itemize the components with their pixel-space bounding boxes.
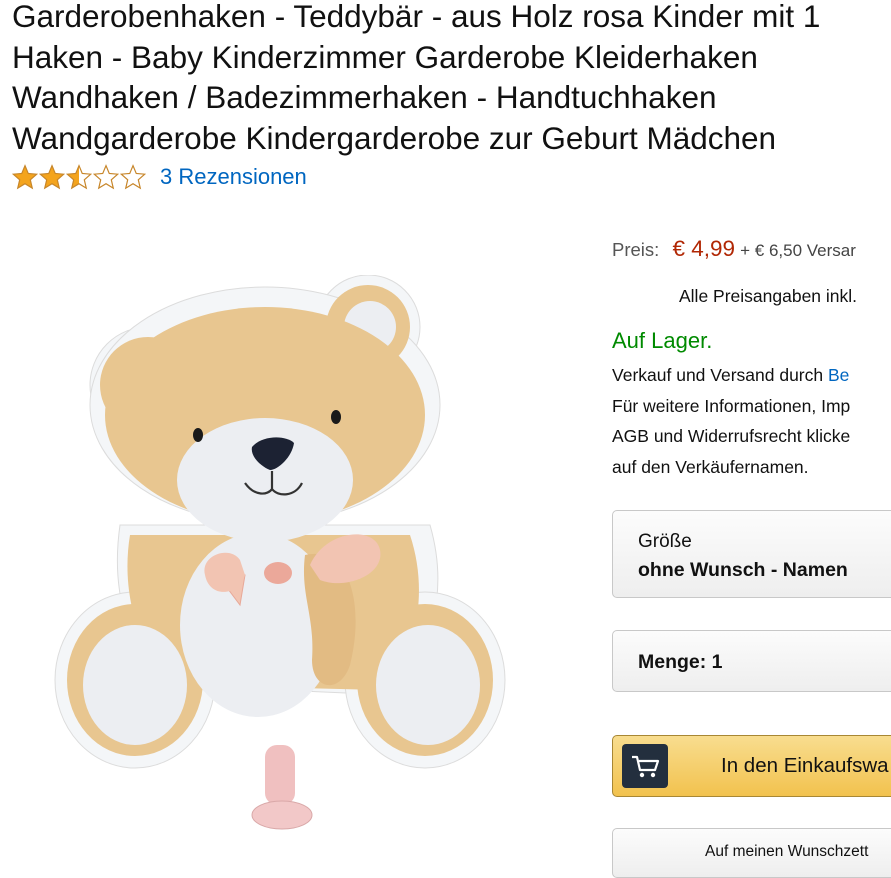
size-select[interactable]: Größe ohne Wunsch - Namen	[612, 510, 891, 598]
size-label: Größe	[638, 531, 692, 552]
teddy-bear-coat-hook-image	[54, 275, 506, 830]
star-full-icon	[12, 164, 38, 190]
seller-info-line: AGB und Widerrufsrecht klicke	[612, 426, 851, 446]
quantity-label: Menge: 1	[638, 651, 723, 673]
seller-info-line: auf den Verkäufernamen.	[612, 456, 809, 477]
star-empty-icon	[120, 164, 146, 190]
shopping-cart-icon	[622, 744, 668, 788]
add-to-wishlist-button[interactable]: Auf meinen Wunschzett	[612, 828, 891, 878]
stock-status: Auf Lager.	[612, 328, 713, 353]
product-title-line: Garderobenhaken - Teddybär - aus Holz ro…	[12, 0, 821, 34]
price-label: Preis:	[612, 239, 660, 260]
quantity-select[interactable]: Menge: 1	[612, 630, 891, 692]
wishlist-label: Auf meinen Wunschzett	[705, 843, 869, 860]
shipping-cost: + € 6,50 Versar	[740, 241, 856, 260]
add-to-cart-button[interactable]: In den Einkaufswa	[612, 735, 891, 797]
star-rating[interactable]	[12, 164, 146, 190]
star-half-icon	[66, 164, 92, 190]
tax-note: Alle Preisangaben inkl.	[679, 286, 858, 306]
star-full-icon	[39, 164, 65, 190]
add-to-cart-label: In den Einkaufswa	[721, 754, 889, 777]
product-title-line: Haken - Baby Kinderzimmer Garderobe Klei…	[12, 38, 758, 75]
reviews-link[interactable]: 3 Rezensionen	[160, 164, 307, 190]
product-title: Garderobenhaken - Teddybär - aus Holz ro…	[12, 0, 891, 158]
product-title-line: Wandgarderobe Kindergarderobe zur Geburt…	[12, 119, 777, 156]
seller-info: Verkauf und Versand durch Be Für weitere…	[612, 360, 850, 482]
teddy-bear-drawing	[54, 275, 506, 830]
rating-row: 3 Rezensionen	[12, 164, 307, 190]
product-title-line: Wandhaken / Badezimmerhaken - Handtuchha…	[12, 79, 717, 115]
size-value: ohne Wunsch - Namen	[638, 559, 848, 581]
seller-prefix: Verkauf und Versand durch	[612, 365, 824, 385]
buy-box: Preis: € 4,99 + € 6,50 Versar Alle Preis…	[612, 236, 891, 477]
star-empty-icon	[93, 164, 119, 190]
price-value: € 4,99	[672, 236, 735, 261]
seller-link[interactable]: Be	[828, 365, 849, 385]
price-row: Preis: € 4,99 + € 6,50 Versar	[612, 236, 891, 262]
seller-info-line: Für weitere Informationen, Imp	[612, 395, 851, 416]
